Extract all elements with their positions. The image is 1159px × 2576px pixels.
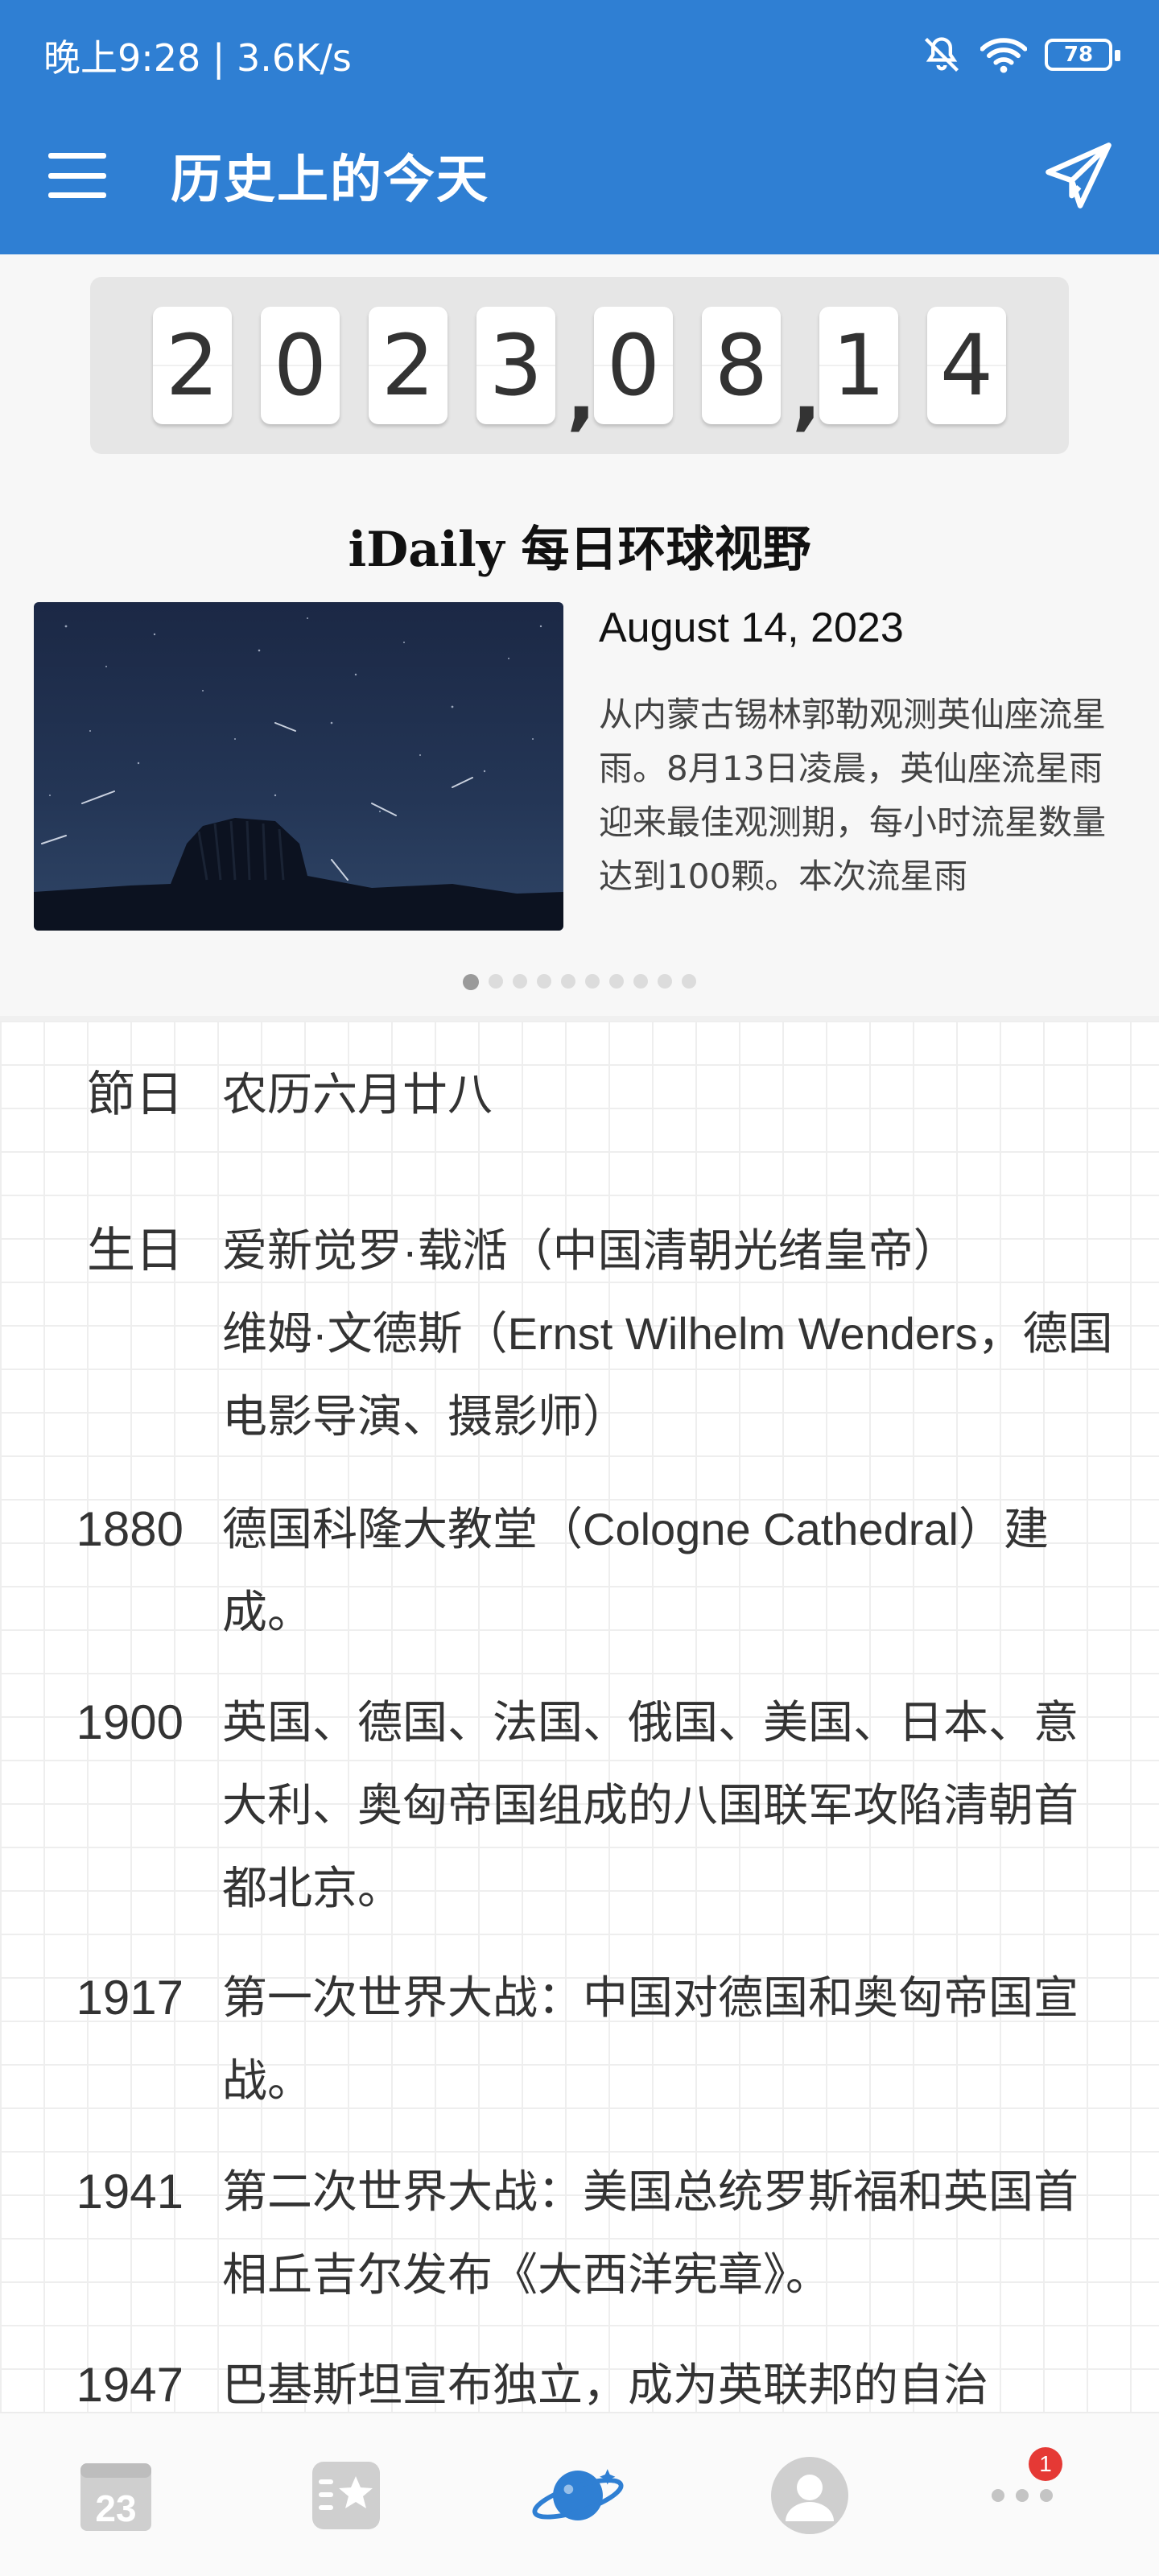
bottom-nav: 23 1 [0, 2412, 1159, 2576]
avatar-icon [771, 2457, 848, 2534]
page-title: 历史上的今天 [171, 151, 489, 210]
idaily-title: iDaily 每日环球视野 [348, 522, 811, 578]
event-text: 爱新觉罗·载湉（中国清朝光绪皇帝） [222, 1225, 959, 1276]
event-label: 1917 [76, 1971, 184, 2025]
event-text: 农历六月廿八 [222, 1069, 493, 1120]
list-item[interactable]: 1941 第二次世界大战：美国总统罗斯福和英国首相丘吉尔发布《大西洋宪章》。 [0, 2150, 1159, 2316]
carousel-dot-active[interactable] [463, 974, 479, 990]
nav-profile[interactable] [761, 2450, 858, 2541]
battery-icon: 78 [1045, 39, 1120, 71]
list-item[interactable]: 節日 农历六月廿八 [0, 1053, 1159, 1136]
date-digit: 0 [594, 307, 673, 424]
carousel-dot[interactable] [537, 974, 551, 989]
list-item[interactable]: 维姆·文德斯（Ernst Wilhelm Wenders，德国电影导演、摄影师） [0, 1292, 1159, 1458]
events-list: 節日 农历六月廿八 生日 爱新觉罗·载湉（中国清朝光绪皇帝） 维姆·文德斯（Er… [0, 1016, 1159, 2412]
nav-favorites[interactable] [298, 2450, 394, 2541]
idaily-caption: 从内蒙古锡林郭勒观测英仙座流星雨。8月13日凌晨，英仙座流星雨迎来最佳观测期，每… [599, 695, 1107, 896]
hamburger-icon [48, 153, 106, 159]
carousel-dot[interactable] [658, 974, 672, 989]
carousel-dot[interactable] [561, 974, 575, 989]
event-label [0, 1292, 184, 1458]
bell-muted-icon [924, 37, 959, 72]
carousel-dot[interactable] [585, 974, 600, 989]
date-digit: 8 [702, 307, 781, 424]
nav-more[interactable]: 1 [974, 2447, 1070, 2541]
status-time-speed: 晚上9:28 | 3.6K/s [43, 36, 352, 80]
hamburger-icon-line [48, 172, 106, 179]
share-button[interactable] [1038, 135, 1119, 216]
carousel-indicator [0, 974, 1159, 990]
meteor-shower-photo [34, 602, 563, 931]
list-item[interactable]: 1880 德国科隆大教堂（Cologne Cathedral）建成。 [0, 1488, 1159, 1653]
notification-badge: 1 [1029, 2447, 1062, 2481]
event-label: 1900 [76, 1695, 184, 1749]
today-header: 2 0 2 3 , 0 8 , 1 4 iDaily 每日环球视野 August… [0, 254, 1159, 1016]
calendar-icon: 23 [80, 2463, 151, 2531]
event-text: 第一次世界大战：中国对德国和奥匈帝国宣战。 [222, 1972, 1079, 2106]
event-label: 1947 [76, 2358, 184, 2412]
planet-icon [532, 2469, 624, 2520]
carousel-dot[interactable] [513, 974, 527, 989]
carousel-dot[interactable] [489, 974, 503, 989]
star-list-icon [312, 2462, 380, 2529]
list-item[interactable]: 1917 第一次世界大战：中国对德国和奥匈帝国宣战。 [0, 1956, 1159, 2122]
wifi-icon [980, 38, 1027, 73]
date-separator: , [567, 349, 596, 440]
event-text: 巴基斯坦宣布独立，成为英联邦的自治 [222, 2359, 988, 2410]
calendar-day: 23 [95, 2487, 136, 2529]
date-digit: 0 [261, 307, 340, 424]
event-text: 英国、德国、法国、俄国、美国、日本、意大利、奥匈帝国组成的八国联军攻陷清朝首都北… [222, 1697, 1079, 1913]
event-text: 德国科隆大教堂（Cologne Cathedral）建成。 [222, 1504, 1049, 1637]
event-text: 维姆·文德斯（Ernst Wilhelm Wenders，德国电影导演、摄影师） [222, 1308, 1113, 1442]
idaily-photo[interactable] [34, 602, 563, 931]
list-item[interactable]: 1900 英国、德国、法国、俄国、美国、日本、意大利、奥匈帝国组成的八国联军攻陷… [0, 1681, 1159, 1930]
hamburger-icon-line [48, 192, 106, 198]
date-digit: 4 [927, 307, 1006, 424]
more-icon [992, 2489, 1053, 2502]
event-label: 生日 [87, 1224, 184, 1278]
status-icons: 78 [921, 32, 1120, 77]
date-digit: 1 [819, 307, 898, 424]
nav-calendar[interactable]: 23 [68, 2450, 164, 2541]
nav-explore[interactable] [530, 2450, 626, 2541]
date-separator: , [792, 349, 822, 440]
date-digit: 2 [369, 307, 448, 424]
idaily-date: August 14, 2023 [599, 605, 904, 651]
event-label: 節日 [87, 1067, 184, 1121]
date-digit: 3 [476, 307, 555, 424]
carousel-dot[interactable] [682, 974, 696, 989]
event-text: 第二次世界大战：美国总统罗斯福和英国首相丘吉尔发布《大西洋宪章》。 [222, 2166, 1079, 2300]
app-header: 晚上9:28 | 3.6K/s 78 历史上的今天 [0, 0, 1159, 254]
list-item[interactable]: 生日 爱新觉罗·载湉（中国清朝光绪皇帝） [0, 1209, 1159, 1292]
event-label: 1941 [76, 2165, 184, 2219]
list-item[interactable]: 1947 巴基斯坦宣布独立，成为英联邦的自治 [0, 2343, 1159, 2412]
menu-button[interactable] [48, 153, 106, 198]
date-counter[interactable]: 2 0 2 3 , 0 8 , 1 4 [90, 277, 1069, 454]
date-digit: 2 [153, 307, 232, 424]
battery-level: 78 [1063, 43, 1094, 67]
carousel-dot[interactable] [633, 974, 648, 989]
paper-plane-icon [1046, 142, 1112, 208]
carousel-dot[interactable] [609, 974, 624, 989]
event-label: 1880 [76, 1502, 184, 1556]
